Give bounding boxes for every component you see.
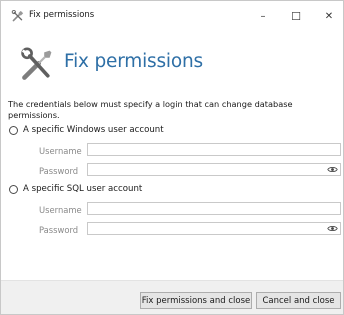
tools-icon — [21, 47, 52, 80]
sql-username-label: Username — [39, 205, 82, 215]
sql-username-input[interactable] — [87, 202, 341, 215]
minimize-icon: – — [260, 10, 266, 22]
close-button[interactable]: ✕ — [314, 5, 344, 27]
close-icon: ✕ — [324, 10, 334, 22]
radio-sql-account[interactable]: A specific SQL user account — [9, 184, 142, 194]
windows-password-input[interactable] — [87, 163, 341, 176]
maximize-icon: ☐ — [291, 9, 301, 23]
radio-windows-account[interactable]: A specific Windows user account — [9, 125, 164, 135]
page-title: Fix permissions — [64, 51, 203, 72]
radio-windows-label: A specific Windows user account — [23, 125, 164, 135]
radio-button[interactable] — [9, 184, 18, 194]
tools-icon — [11, 10, 24, 22]
fix-permissions-button[interactable]: Fix permissions and close — [140, 292, 252, 309]
radio-button[interactable] — [9, 125, 18, 135]
minimize-button[interactable]: – — [248, 5, 278, 27]
eye-icon[interactable] — [327, 165, 338, 174]
dialog-footer: Fix permissions and close Cancel and clo… — [1, 281, 343, 314]
window-title: Fix permissions — [29, 10, 95, 20]
windows-username-input[interactable] — [87, 143, 341, 156]
fix-permissions-window: Fix permissions – ☐ ✕ Fix permissions Th… — [0, 0, 344, 315]
title-bar: Fix permissions – ☐ ✕ — [1, 1, 343, 31]
sql-password-label: Password — [39, 225, 79, 235]
maximize-button[interactable]: ☐ — [281, 5, 311, 27]
cancel-button[interactable]: Cancel and close — [256, 292, 341, 309]
radio-sql-label: A specific SQL user account — [23, 184, 143, 194]
description-text: The credentials below must specify a log… — [8, 99, 293, 120]
eye-icon[interactable] — [327, 224, 338, 233]
windows-username-label: Username — [39, 146, 82, 156]
sql-password-input[interactable] — [87, 222, 341, 235]
windows-password-label: Password — [39, 166, 79, 176]
